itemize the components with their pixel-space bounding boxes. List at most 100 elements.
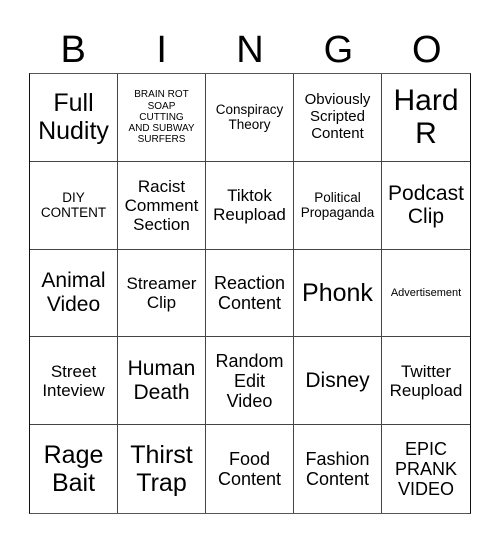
bingo-cell-label: Obviously Scripted Content [305, 91, 371, 142]
bingo-cell-line: Fashion [305, 448, 370, 469]
bingo-cell-line: Video [46, 292, 101, 316]
bingo-cell-line: CUTTING [139, 111, 184, 123]
bingo-cell-label: Advertisement [391, 287, 461, 299]
bingo-cell-line: Thirst [130, 441, 193, 470]
bingo-cell-g2[interactable]: Political Propaganda [294, 161, 382, 250]
bingo-cell-g3[interactable]: Phonk [294, 249, 382, 338]
bingo-cell-n3[interactable]: Reaction Content [206, 249, 294, 338]
bingo-cell-b5[interactable]: Rage Bait [30, 425, 118, 513]
bingo-cell-line: Nudity [38, 117, 109, 146]
bingo-cell-line: Streamer [126, 273, 197, 293]
bingo-cell-line: Content [311, 124, 364, 142]
bingo-cell-line: Edit [233, 370, 265, 391]
bingo-cell-line: Trap [136, 469, 187, 498]
bingo-cell-n4[interactable]: Random Edit Video [206, 337, 294, 426]
bingo-cell-n1[interactable]: Conspiracy Theory [206, 74, 294, 162]
bingo-cell-o2[interactable]: Podcast Clip [382, 162, 470, 250]
bingo-cell-line: Scripted [309, 108, 365, 125]
bingo-cell-label: Fashion Content [305, 449, 369, 489]
bingo-cell-o5[interactable]: EPIC PRANK VIDEO [382, 425, 470, 513]
bingo-cell-i2[interactable]: Racist Comment Section [118, 161, 206, 250]
bingo-cell-line: Content [217, 469, 282, 490]
bingo-cell-n5[interactable]: Food Content [206, 425, 294, 513]
bingo-cell-label: Conspiracy Theory [216, 102, 284, 132]
bingo-cell-line: Clip [146, 292, 177, 312]
header-letter-g: G [323, 29, 354, 71]
bingo-cell-label: Street Inteview [42, 362, 104, 400]
bingo-cell-line: Content [305, 469, 370, 490]
bingo-cell-line: Content [217, 292, 282, 313]
bingo-cell-line: R [415, 117, 437, 151]
bingo-cell-line: Propaganda [300, 205, 375, 221]
bingo-cell-line: Inteview [42, 380, 105, 400]
bingo-cell-line: CONTENT [40, 205, 107, 221]
bingo-cell-label: Racist Comment Section [125, 177, 199, 234]
bingo-cell-label: EPIC PRANK VIDEO [395, 439, 457, 499]
bingo-cell-g5[interactable]: Fashion Content [294, 425, 382, 513]
bingo-cell-g1[interactable]: Obviously Scripted Content [294, 74, 382, 162]
bingo-cell-i4[interactable]: Human Death [118, 337, 206, 426]
bingo-cell-line: PRANK [394, 459, 457, 480]
header-letter-b: B [60, 29, 86, 71]
bingo-cell-line: Section [133, 214, 190, 234]
bingo-cell-o4[interactable]: Twitter Reupload [382, 337, 470, 426]
bingo-cell-line: Reupload [389, 380, 463, 400]
bingo-cell-line: Death [133, 380, 190, 404]
bingo-cell-o1[interactable]: Hard R [382, 74, 470, 162]
bingo-cell-line: Racist [137, 176, 186, 196]
bingo-cell-line: Food [228, 448, 270, 469]
bingo-cell-b2[interactable]: DIY CONTENT [30, 161, 118, 250]
header-letter-i: I [156, 29, 167, 71]
bingo-cell-label: BRAIN ROT SOAP CUTTING AND SUBWAY SURFERS [128, 89, 194, 145]
bingo-cell-n2[interactable]: Tiktok Reupload [206, 161, 294, 250]
bingo-cell-label: Podcast Clip [388, 182, 464, 229]
bingo-cell-line: Street [50, 361, 97, 381]
bingo-cell-label: DIY CONTENT [41, 190, 106, 220]
bingo-cell-label: Tiktok Reupload [213, 186, 286, 224]
bingo-cell-label: Political Propaganda [301, 190, 375, 220]
bingo-cell-line: Human [127, 357, 196, 381]
bingo-cell-label: Animal Video [41, 269, 105, 316]
bingo-cell-o3[interactable]: Advertisement [382, 250, 470, 338]
bingo-cell-label: Phonk [302, 279, 373, 307]
bingo-cell-line: Twitter [400, 361, 452, 381]
bingo-cell-label: Human Death [128, 357, 196, 404]
bingo-cell-label: Thirst Trap [130, 441, 193, 497]
bingo-grid: Full Nudity BRAIN ROT SOAP CUTTING AND SUBWAY… [29, 73, 471, 514]
bingo-cell-i3[interactable]: Streamer Clip [118, 249, 206, 338]
bingo-cell-line: AND SUBWAY [128, 122, 195, 134]
bingo-cell-line: SOAP [147, 100, 176, 112]
bingo-cell-b3[interactable]: Animal Video [30, 249, 118, 338]
bingo-cell-b1[interactable]: Full Nudity [30, 74, 118, 162]
bingo-cell-label: Disney [305, 369, 369, 393]
bingo-cell-b4[interactable]: Street Inteview [30, 337, 118, 426]
bingo-header: B I N G O [29, 28, 471, 73]
bingo-cell-line: Video [226, 390, 273, 411]
bingo-cell-line: Podcast [388, 181, 464, 205]
bingo-cell-line: VIDEO [397, 479, 454, 500]
bingo-cell-line: SURFERS [137, 134, 186, 146]
bingo-cell-line: Tiktok [227, 186, 272, 206]
bingo-cell-line: Advertisement [390, 286, 462, 299]
bingo-cell-line: Hard [393, 83, 459, 117]
bingo-cell-line: Comment [124, 195, 199, 215]
bingo-cell-line: Bait [51, 469, 96, 498]
bingo-cell-line: Clip [407, 205, 445, 229]
header-letter-n: N [236, 29, 264, 71]
bingo-cell-label: Hard R [393, 84, 458, 151]
bingo-cell-line: Phonk [302, 278, 373, 307]
bingo-cell-line: Random [215, 350, 284, 371]
bingo-cell-label: Full Nudity [38, 89, 109, 145]
bingo-cell-label: Rage Bait [44, 441, 104, 497]
bingo-cell-i1[interactable]: BRAIN ROT SOAP CUTTING AND SUBWAY SURFERS [118, 74, 206, 162]
bingo-cell-label: Streamer Clip [127, 274, 197, 312]
bingo-cell-line: Conspiracy [215, 102, 284, 118]
bingo-cell-label: Reaction Content [214, 273, 285, 313]
header-letter-o: O [412, 29, 442, 71]
bingo-cell-line: Political [314, 190, 361, 206]
bingo-cell-g4[interactable]: Disney [294, 337, 382, 426]
bingo-cell-line: Reaction [213, 272, 286, 293]
bingo-cell-i5[interactable]: Thirst Trap [118, 425, 206, 513]
bingo-cell-line: Reupload [213, 205, 286, 225]
bingo-cell-line: BRAIN ROT [134, 89, 189, 101]
